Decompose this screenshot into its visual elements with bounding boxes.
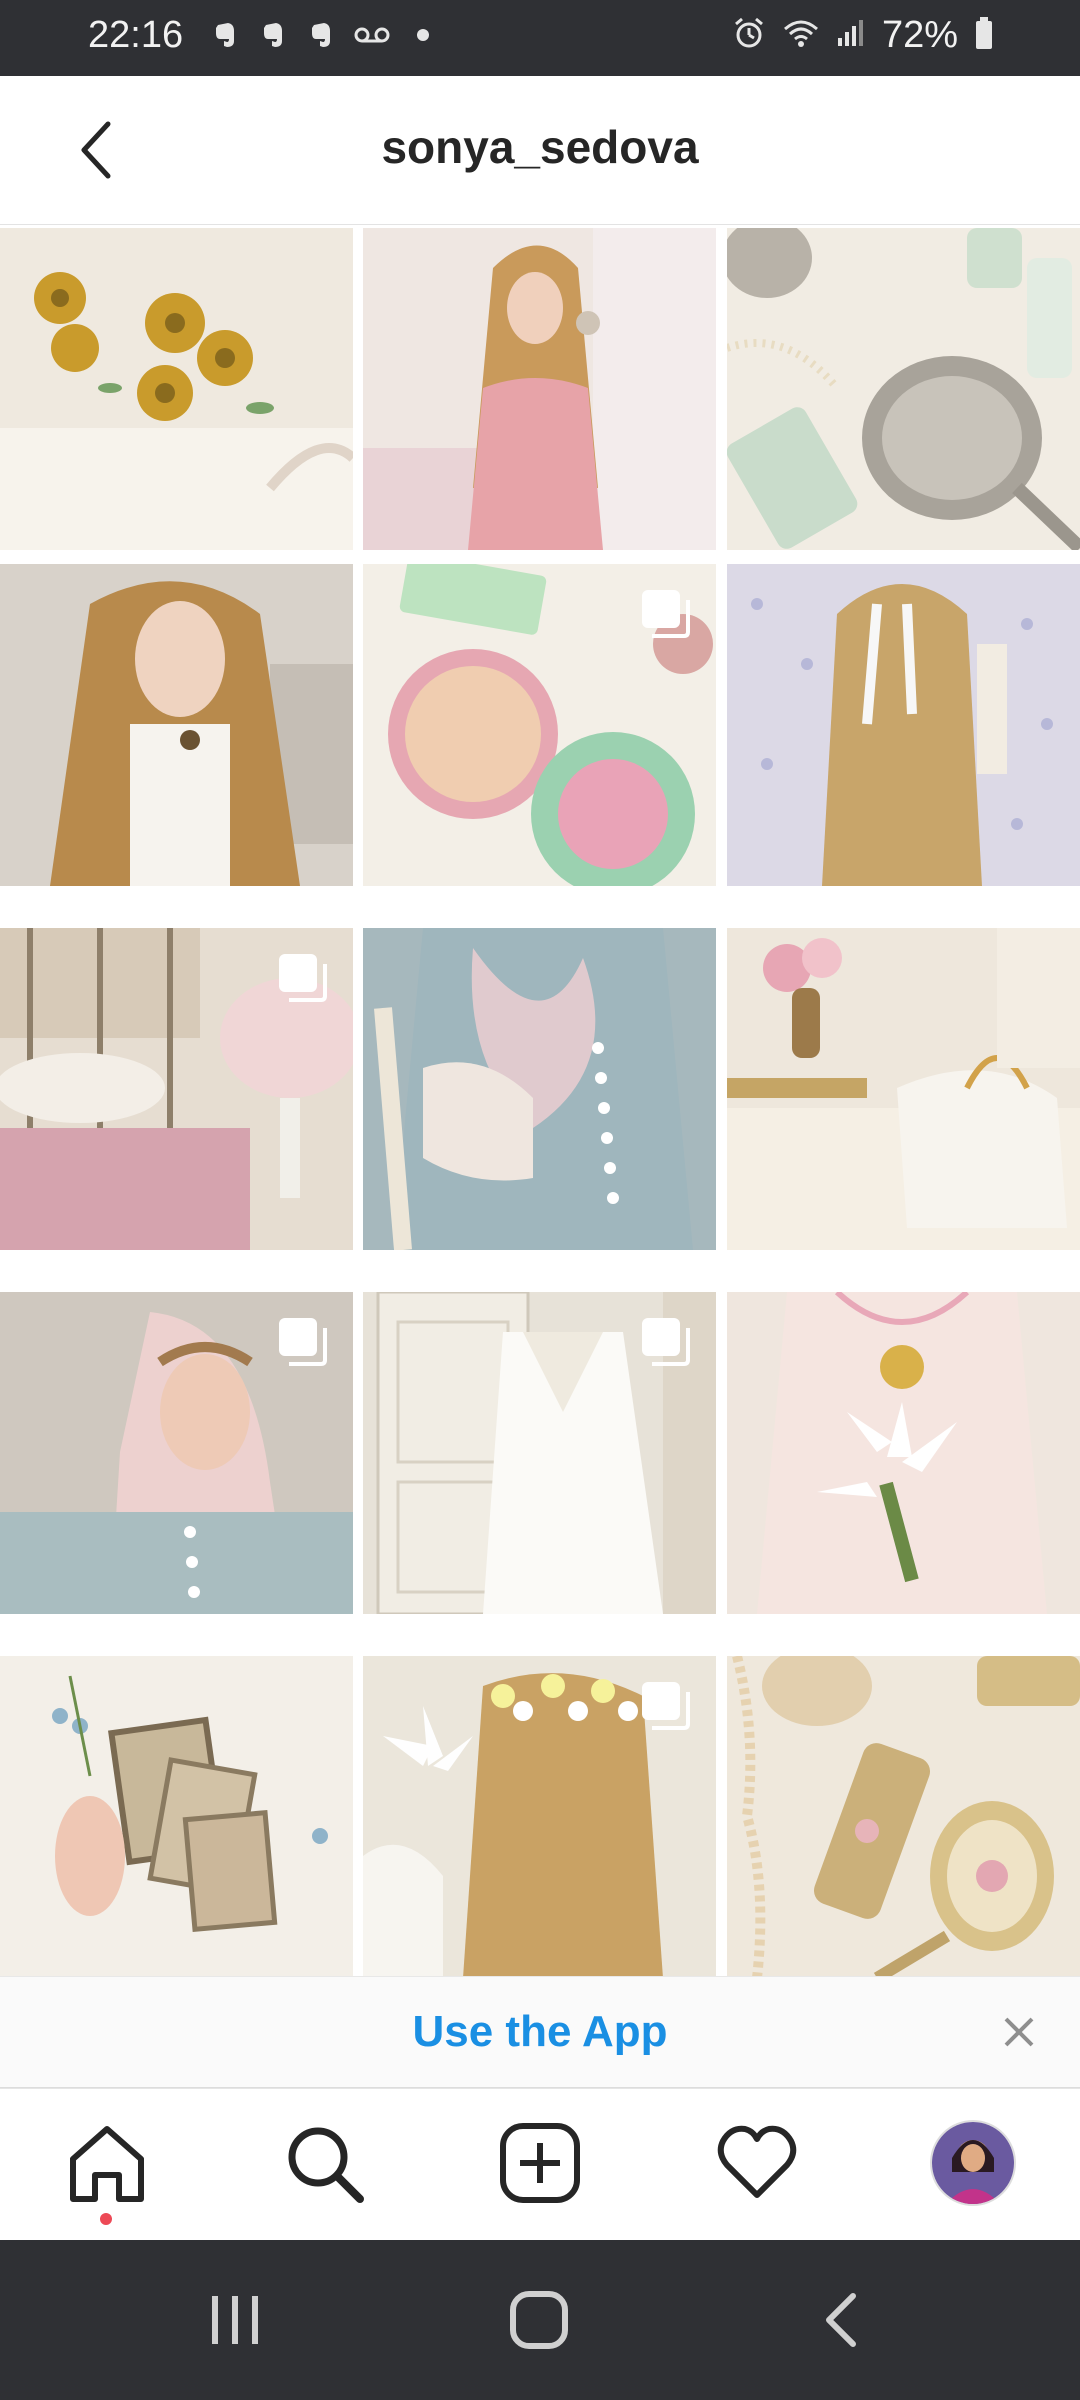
post-tile[interactable] bbox=[363, 1292, 716, 1614]
battery-percent: 72% bbox=[881, 14, 958, 56]
post-tile[interactable] bbox=[727, 1292, 1080, 1614]
post-tile[interactable] bbox=[727, 1656, 1080, 1976]
evernote-icon bbox=[306, 20, 336, 50]
recent-apps-button[interactable] bbox=[190, 2280, 280, 2360]
recent-apps-icon bbox=[212, 2296, 258, 2344]
evernote-icon bbox=[210, 20, 240, 50]
profile-header: sonya_sedova bbox=[0, 76, 1080, 225]
post-tile[interactable] bbox=[727, 564, 1080, 886]
dot-icon bbox=[408, 20, 438, 50]
home-button-icon bbox=[510, 2291, 568, 2349]
status-right: 72% bbox=[732, 14, 994, 57]
post-tile[interactable] bbox=[363, 928, 716, 1250]
use-app-banner[interactable]: Use the App bbox=[0, 1976, 1080, 2088]
multiple-photos-icon bbox=[279, 954, 327, 1002]
post-tile[interactable] bbox=[363, 1656, 716, 1976]
nav-new-post[interactable] bbox=[490, 2113, 590, 2213]
nav-home[interactable] bbox=[57, 2113, 157, 2213]
back-icon bbox=[826, 2293, 856, 2347]
home-icon bbox=[70, 2126, 144, 2202]
profile-username: sonya_sedova bbox=[381, 121, 699, 173]
notification-icons bbox=[210, 20, 438, 50]
evernote-icon bbox=[258, 20, 288, 50]
multiple-photos-icon bbox=[642, 1318, 690, 1366]
post-tile[interactable] bbox=[0, 228, 353, 550]
post-tile[interactable] bbox=[0, 1292, 353, 1614]
post-tile[interactable] bbox=[0, 928, 353, 1250]
voicemail-icon bbox=[354, 20, 390, 50]
post-tile[interactable] bbox=[0, 564, 353, 886]
system-back-button[interactable] bbox=[796, 2280, 886, 2360]
post-tile[interactable] bbox=[363, 564, 716, 886]
close-icon bbox=[1004, 2017, 1034, 2047]
system-navigation-bar bbox=[0, 2240, 1080, 2400]
post-tile[interactable] bbox=[0, 1656, 353, 1976]
posts-grid bbox=[0, 226, 1080, 1976]
multiple-photos-icon bbox=[642, 590, 690, 638]
use-app-link[interactable]: Use the App bbox=[0, 2007, 1080, 2057]
profile-avatar bbox=[930, 2120, 1016, 2206]
system-home-button[interactable] bbox=[494, 2280, 584, 2360]
multiple-photos-icon bbox=[642, 1682, 690, 1730]
notification-dot bbox=[100, 2213, 112, 2225]
wifi-icon bbox=[782, 17, 820, 54]
multiple-photos-icon bbox=[279, 1318, 327, 1366]
status-time: 22:16 bbox=[88, 14, 184, 56]
bottom-navigation bbox=[0, 2088, 1080, 2241]
battery-icon bbox=[974, 16, 994, 55]
activity-heart-icon bbox=[717, 2125, 797, 2198]
post-tile[interactable] bbox=[727, 928, 1080, 1250]
post-tile[interactable] bbox=[727, 228, 1080, 550]
nav-search[interactable] bbox=[274, 2113, 374, 2213]
search-icon bbox=[288, 2127, 364, 2203]
status-bar: 22:16 72% bbox=[0, 0, 1080, 76]
signal-icon bbox=[836, 18, 866, 53]
nav-profile[interactable] bbox=[923, 2113, 1023, 2213]
banner-close-button[interactable] bbox=[994, 2007, 1044, 2057]
alarm-icon bbox=[732, 16, 766, 55]
post-tile[interactable] bbox=[363, 228, 716, 550]
nav-activity[interactable] bbox=[707, 2113, 807, 2213]
new-post-icon bbox=[500, 2123, 580, 2203]
